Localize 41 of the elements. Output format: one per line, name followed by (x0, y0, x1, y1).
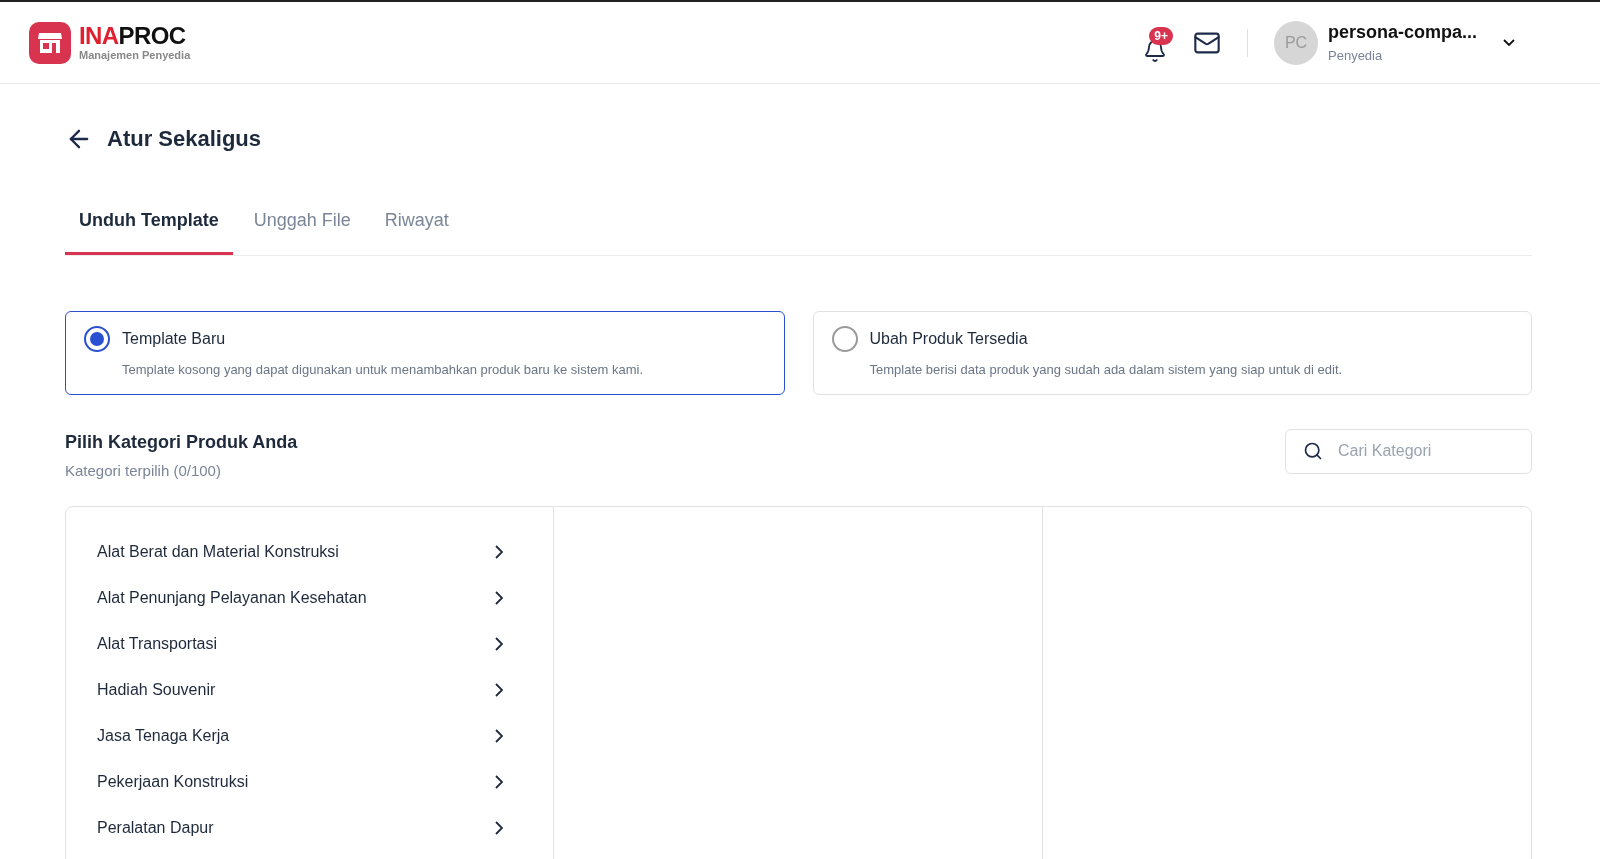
notification-badge: 9+ (1149, 26, 1173, 45)
chevron-right-icon (495, 775, 504, 789)
search-field[interactable]: Cari Kategori (1285, 428, 1532, 474)
option-description: Template berisi data produk yang sudah ada dalam sistem yang siap untuk di edit. (869, 361, 1343, 379)
category-item[interactable]: Jasa Tenaga Kerja (97, 713, 504, 759)
tab[interactable]: Unduh Template (65, 207, 233, 255)
logo-text: INA (79, 24, 119, 48)
search-icon (1303, 440, 1323, 461)
page-title: Atur Sekaligus (107, 125, 262, 153)
logo-icon (29, 21, 71, 64)
chevron-down-icon (1503, 39, 1515, 46)
user-menu-button[interactable] (1503, 39, 1515, 46)
tab[interactable]: Unggah File (240, 207, 364, 255)
option-title: Ubah Produk Tersedia (869, 329, 1029, 349)
section-title: Pilih Kategori Produk Anda (65, 430, 299, 454)
radio-button[interactable] (831, 326, 858, 352)
chevron-right-icon (495, 821, 504, 835)
category-item[interactable]: Pekerjaan Konstruksi (97, 759, 504, 805)
chevron-right-icon (495, 637, 504, 651)
section-subtitle: Kategori terpilih (0/100) (65, 460, 222, 481)
template-option-card[interactable]: Template Baru Template kosong yang dapat digunakan untuk menambahkan produk baru ke sistem kami. (65, 311, 785, 395)
logo-subtitle: Manajemen Penyedia (79, 50, 191, 61)
chevron-right-icon (495, 729, 504, 743)
category-item[interactable]: Alat Transportasi (97, 621, 504, 667)
user-role: Penyedia (1328, 47, 1384, 66)
chevron-right-icon (495, 545, 504, 559)
category-item[interactable]: Alat Penunjang Pelayanan Kesehatan (97, 575, 504, 621)
category-item[interactable]: Peralatan Dapur (97, 805, 504, 851)
logo-text: PROC (118, 24, 186, 48)
avatar: PC (1274, 20, 1318, 65)
user-name: persona-compa... (1328, 21, 1479, 45)
chevron-right-icon (495, 591, 504, 605)
radio-button[interactable] (84, 326, 110, 352)
category-item[interactable]: Hadiah Souvenir (97, 667, 504, 713)
template-option-card[interactable]: Ubah Produk Tersedia Template berisi data produk yang sudah ada dalam sistem yang siap untuk di edit. (812, 311, 1532, 395)
chevron-right-icon (495, 683, 504, 697)
notification-button[interactable]: 9+ (1143, 26, 1173, 63)
tab[interactable]: Riwayat (371, 207, 462, 255)
category-item[interactable]: Alat Berat dan Material Konstruksi (97, 529, 504, 575)
option-description: Template kosong yang dapat digunakan untuk menambahkan produk baru ke sistem kami. (122, 361, 644, 379)
option-title: Template Baru (122, 329, 227, 349)
